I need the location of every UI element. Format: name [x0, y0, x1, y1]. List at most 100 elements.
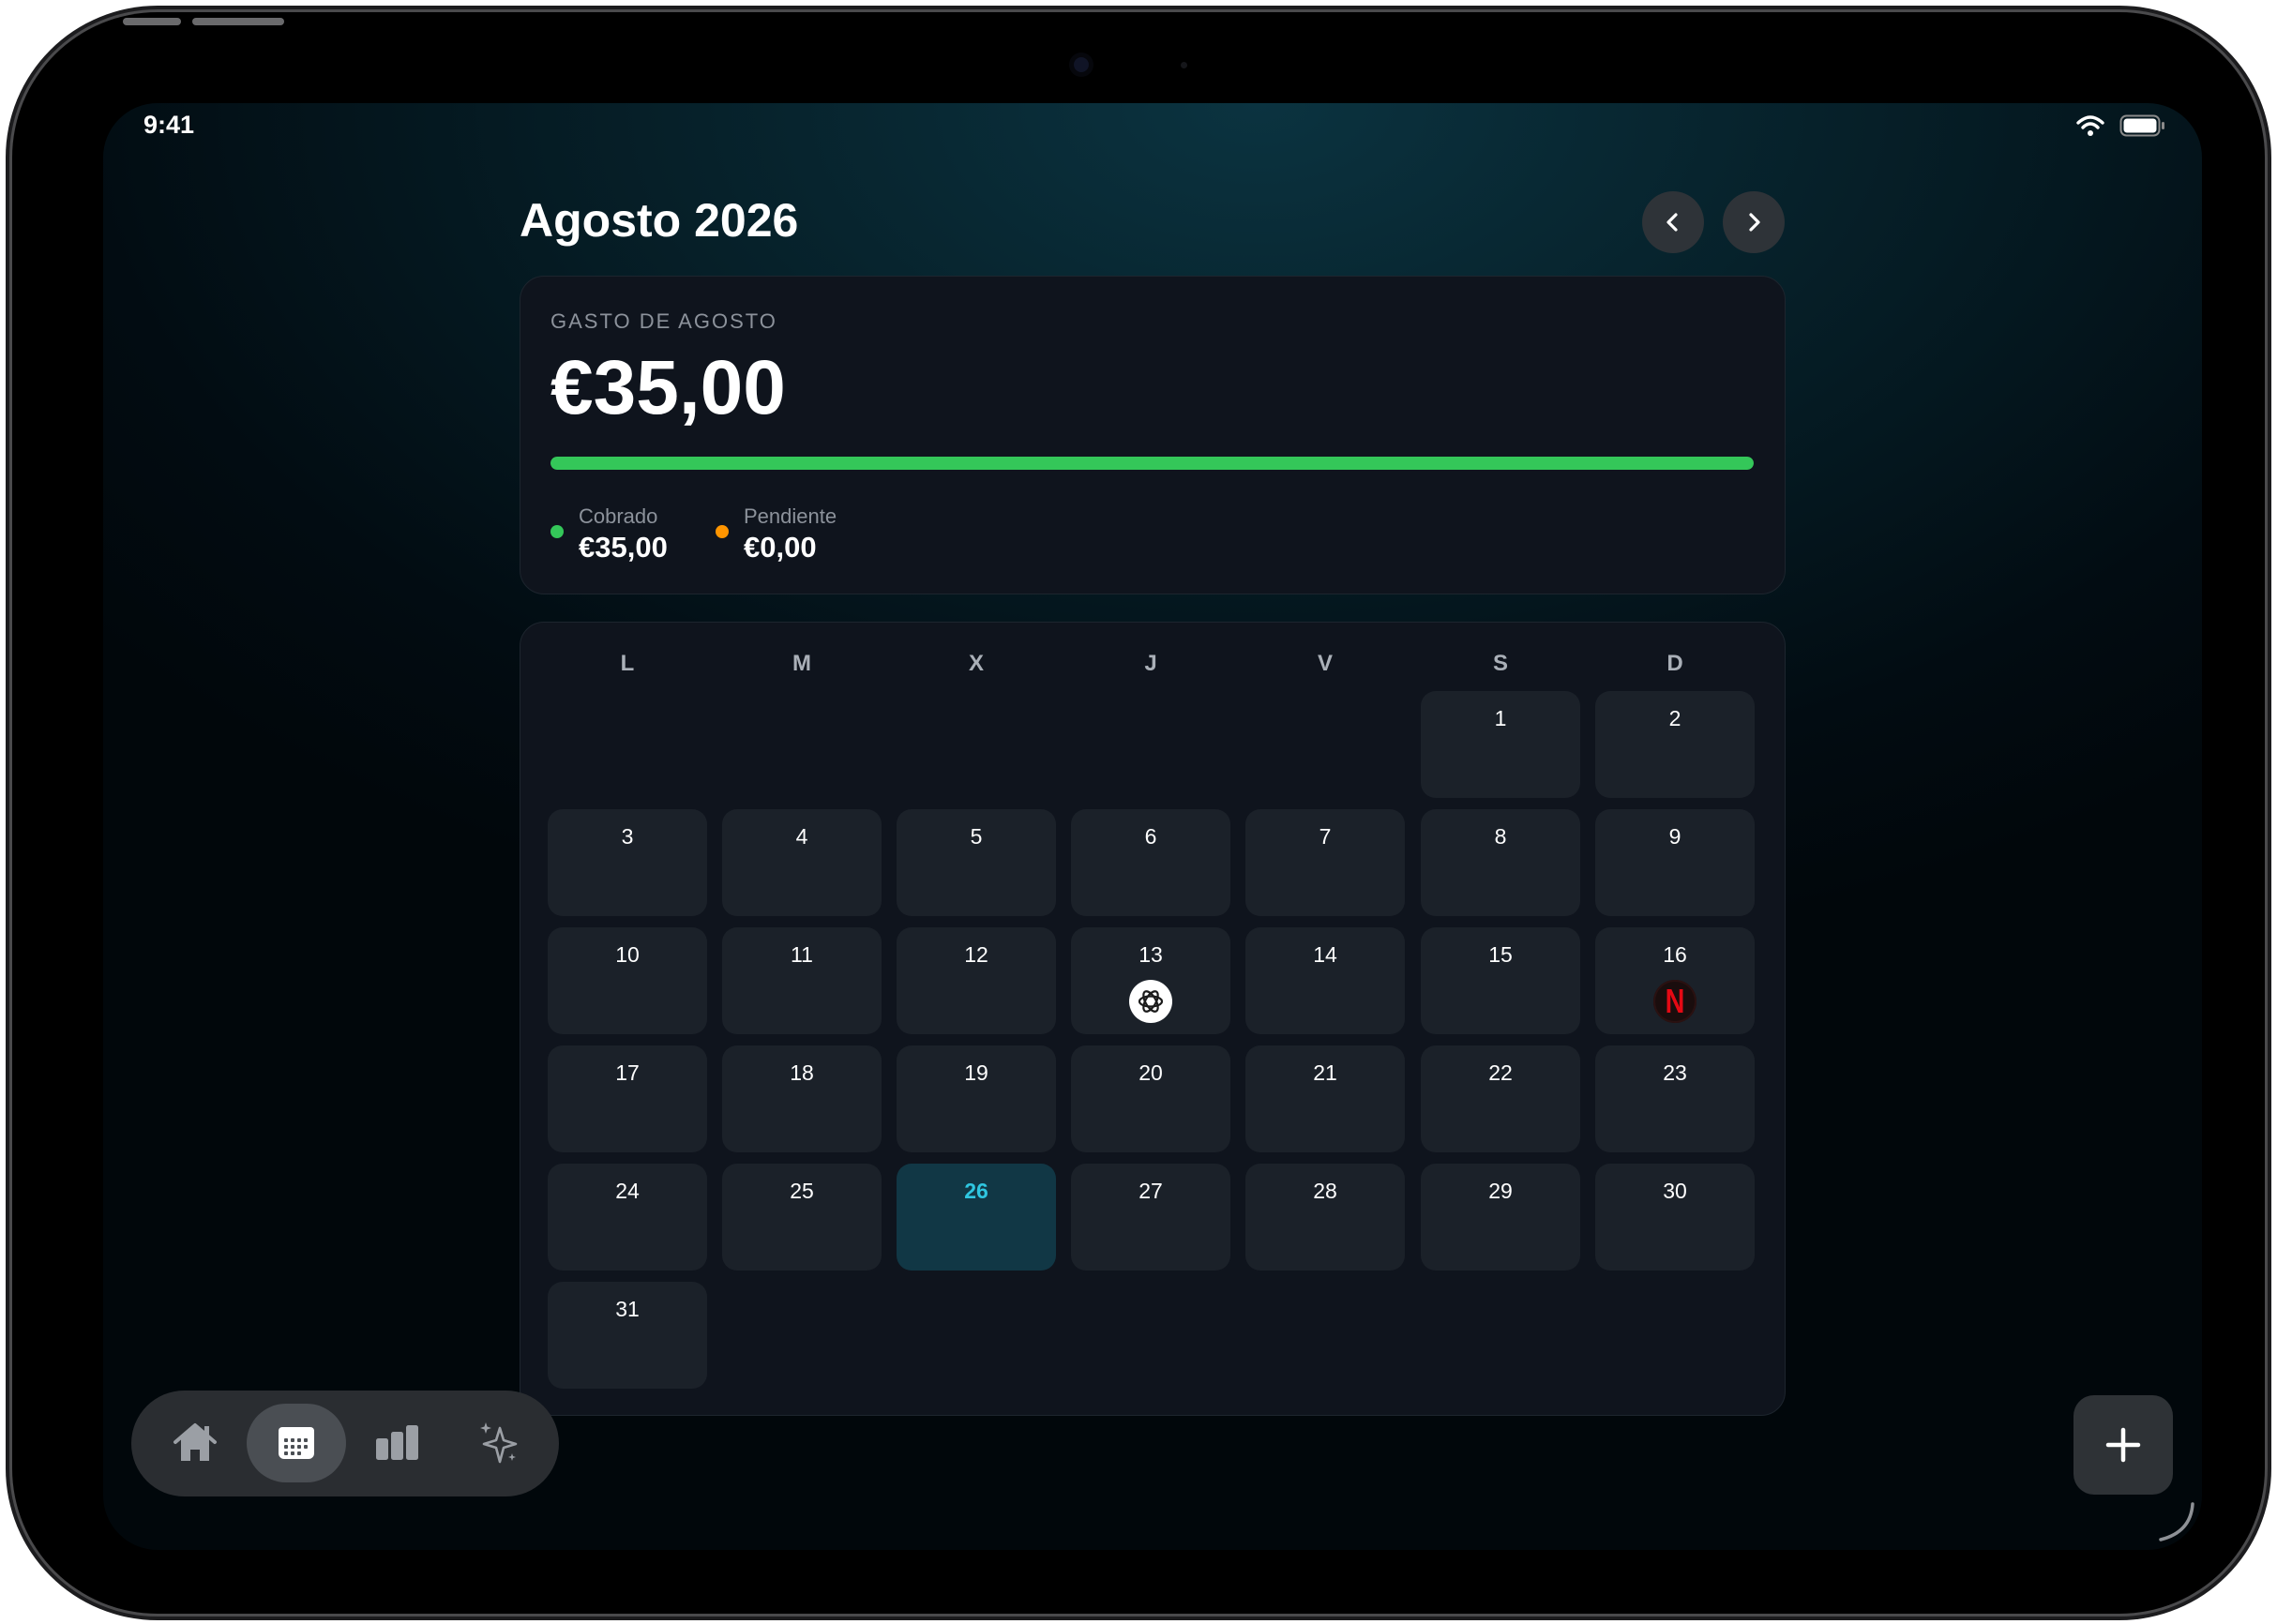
day-cell[interactable]: 8 — [1421, 809, 1580, 916]
day-number: 4 — [795, 824, 808, 849]
day-cell[interactable]: 10 — [548, 927, 707, 1034]
day-cell[interactable]: 16 N — [1595, 927, 1755, 1034]
day-cell[interactable]: 28 — [1245, 1164, 1405, 1271]
tab-ai[interactable] — [449, 1404, 549, 1482]
day-cell[interactable]: 18 — [722, 1045, 882, 1152]
tab-bar — [131, 1391, 559, 1496]
day-cell[interactable]: 21 — [1245, 1045, 1405, 1152]
day-cell[interactable]: 3 — [548, 809, 707, 916]
day-cell[interactable]: 4 — [722, 809, 882, 916]
plus-icon — [2105, 1427, 2141, 1463]
day-cell[interactable]: 14 — [1245, 927, 1405, 1034]
spend-label: GASTO DE AGOSTO — [550, 309, 777, 333]
scroll-indicator-arc — [2159, 1502, 2194, 1541]
app-screen: 9:41 Agosto 2026 GASTO DE AGOSTO €35,00 … — [103, 103, 2202, 1550]
sensor-dot — [1181, 62, 1187, 68]
wifi-icon — [2076, 114, 2104, 142]
day-cell[interactable]: 17 — [548, 1045, 707, 1152]
spend-progress-fill — [550, 457, 1754, 470]
calendar-icon — [279, 1427, 314, 1459]
day-cell[interactable]: 27 — [1071, 1164, 1230, 1271]
battery-icon — [2119, 114, 2166, 142]
top-button-2 — [192, 18, 284, 25]
status-icons — [2076, 114, 2166, 142]
day-cell[interactable]: 7 — [1245, 809, 1405, 916]
tab-home[interactable] — [145, 1404, 245, 1482]
day-cell[interactable]: 13 — [1071, 927, 1230, 1034]
day-cell[interactable]: 22 — [1421, 1045, 1580, 1152]
day-cell[interactable]: 23 — [1595, 1045, 1755, 1152]
day-cell-today[interactable]: 26 — [897, 1164, 1056, 1271]
day-number: 8 — [1494, 824, 1507, 849]
day-number: 21 — [1313, 1060, 1337, 1085]
weekday-label: V — [1317, 651, 1333, 676]
house-icon — [173, 1423, 217, 1461]
weekday-label: L — [620, 651, 635, 676]
day-cell[interactable]: 31 — [548, 1282, 707, 1389]
monthly-spend-card: GASTO DE AGOSTO €35,00 Cobrado €35,00 Pe… — [520, 276, 1786, 594]
netflix-icon[interactable]: N — [1653, 980, 1696, 1023]
day-number: 23 — [1663, 1060, 1687, 1085]
day-cell[interactable]: 1 — [1421, 691, 1580, 798]
next-month-button[interactable] — [1723, 191, 1785, 253]
day-number: 27 — [1138, 1179, 1163, 1203]
day-cell[interactable]: 20 — [1071, 1045, 1230, 1152]
day-cell[interactable]: 2 — [1595, 691, 1755, 798]
netflix-logo-letter: N — [1665, 982, 1685, 1020]
day-cell[interactable]: 19 — [897, 1045, 1056, 1152]
day-number: 29 — [1488, 1179, 1513, 1203]
day-number: 30 — [1663, 1179, 1687, 1203]
pending-dot — [716, 525, 729, 538]
day-number: 12 — [964, 942, 988, 967]
sparkles-icon — [480, 1422, 518, 1464]
chatgpt-icon[interactable] — [1129, 980, 1172, 1023]
day-number: 5 — [970, 824, 983, 849]
day-number: 2 — [1668, 706, 1681, 730]
day-cell[interactable]: 30 — [1595, 1164, 1755, 1271]
spend-progress-bar — [550, 457, 1754, 470]
day-cell[interactable]: 11 — [722, 927, 882, 1034]
day-number: 20 — [1138, 1060, 1163, 1085]
tab-stats[interactable] — [348, 1404, 447, 1482]
day-number: 14 — [1313, 942, 1337, 967]
day-number: 18 — [790, 1060, 814, 1085]
legend-pending-label: Pendiente — [744, 504, 837, 528]
day-cell[interactable]: 29 — [1421, 1164, 1580, 1271]
tab-calendar[interactable] — [247, 1404, 346, 1482]
spend-amount: €35,00 — [550, 345, 786, 430]
legend-paid-value: €35,00 — [579, 531, 668, 564]
day-number: 10 — [615, 942, 640, 967]
day-number: 7 — [1319, 824, 1332, 849]
add-subscription-button[interactable] — [2073, 1395, 2173, 1495]
day-number: 15 — [1488, 942, 1513, 967]
legend-paid-label: Cobrado — [579, 504, 658, 528]
bar-chart-icon — [376, 1425, 418, 1460]
weekday-label: S — [1492, 651, 1508, 676]
day-cell[interactable]: 6 — [1071, 809, 1230, 916]
previous-month-button[interactable] — [1642, 191, 1704, 253]
status-time: 9:41 — [143, 111, 195, 139]
day-number: 31 — [615, 1297, 640, 1321]
day-number: 16 — [1663, 942, 1687, 967]
day-cell[interactable]: 15 — [1421, 927, 1580, 1034]
day-number: 17 — [615, 1060, 640, 1085]
day-cell[interactable]: 5 — [897, 809, 1056, 916]
day-cell[interactable]: 25 — [722, 1164, 882, 1271]
ipad-frame: 9:41 Agosto 2026 GASTO DE AGOSTO €35,00 … — [12, 12, 2265, 1614]
weekday-label: D — [1666, 651, 1683, 676]
day-cell[interactable]: 24 — [548, 1164, 707, 1271]
weekday-label: M — [792, 651, 811, 676]
day-number: 9 — [1668, 824, 1681, 849]
chevron-right-icon — [1749, 213, 1760, 232]
weekday-label: X — [968, 651, 984, 676]
day-number: 26 — [964, 1179, 988, 1203]
day-cell[interactable]: 12 — [897, 927, 1056, 1034]
day-cell[interactable]: 9 — [1595, 809, 1755, 916]
day-number: 22 — [1488, 1060, 1513, 1085]
day-number: 6 — [1144, 824, 1157, 849]
day-number: 24 — [615, 1179, 640, 1203]
calendar-grid: L M X J V S D 1 2 3 4 5 6 7 8 9 10 11 12 13 14 15 16 N 17 18 19 20 2… — [520, 622, 1786, 1416]
chevron-left-icon — [1666, 213, 1678, 232]
top-button-1 — [123, 18, 181, 25]
legend-pending-value: €0,00 — [744, 531, 817, 564]
